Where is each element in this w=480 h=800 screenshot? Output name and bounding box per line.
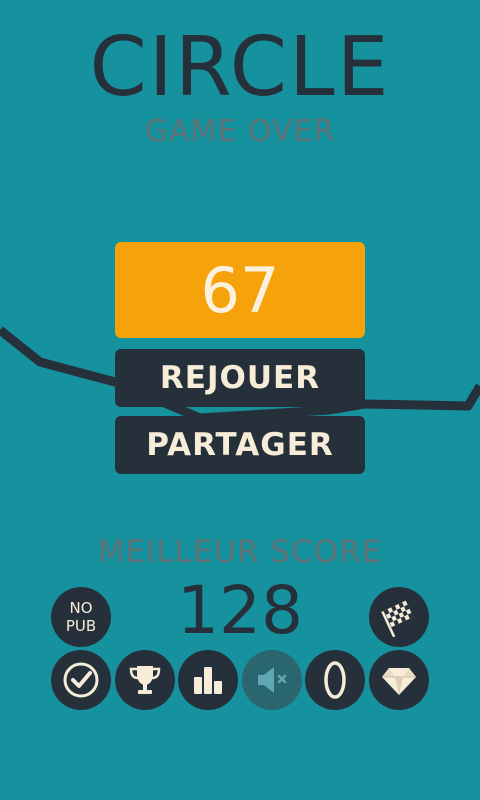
trophy-button[interactable] <box>115 650 175 710</box>
game-title: CIRCLE <box>89 20 391 115</box>
trophy-icon <box>129 666 161 694</box>
no-ads-label-line2: PUB <box>65 617 97 635</box>
leaderboard-icon <box>194 667 222 694</box>
checkered-flag-icon <box>381 600 414 637</box>
challenges-button[interactable] <box>369 587 429 647</box>
ring-icon <box>324 661 346 699</box>
checkmark-icon <box>63 662 99 698</box>
share-button[interactable]: PARTAGER <box>115 416 365 474</box>
current-score: 67 <box>115 242 365 338</box>
ring-button[interactable] <box>305 650 365 710</box>
no-ads-button[interactable]: NO PUB <box>51 587 111 647</box>
sound-toggle-button[interactable] <box>242 650 302 710</box>
replay-button[interactable]: REJOUER <box>115 349 365 407</box>
achievements-button[interactable] <box>51 650 111 710</box>
game-over-label: GAME OVER <box>144 114 336 149</box>
leaderboard-button[interactable] <box>178 650 238 710</box>
best-score-label: MEILLEUR SCORE <box>97 534 383 570</box>
no-ads-label-line1: NO <box>69 599 93 617</box>
gems-button[interactable] <box>369 650 429 710</box>
diamond-icon <box>382 668 416 695</box>
sound-muted-icon <box>258 667 287 693</box>
